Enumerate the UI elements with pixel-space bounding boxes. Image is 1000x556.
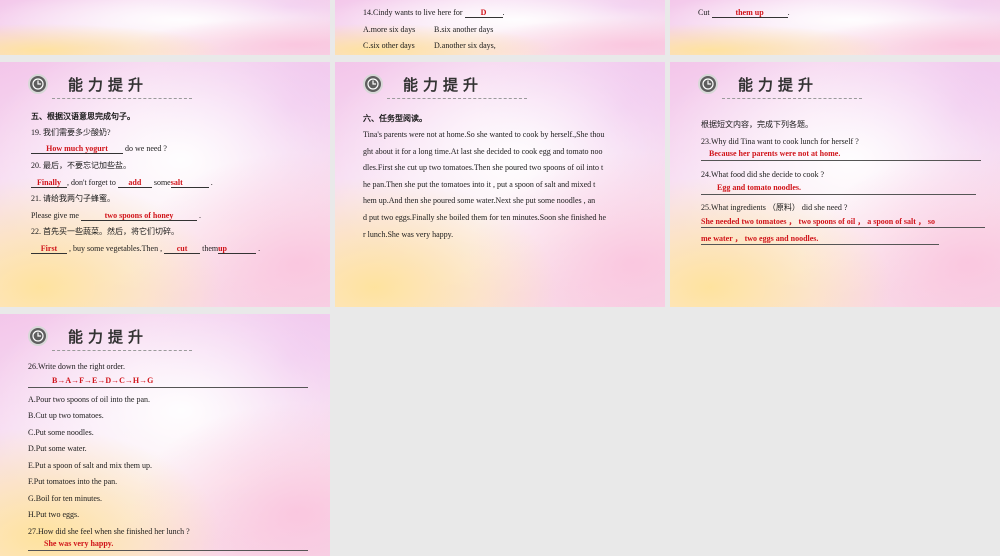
order-item: H.Put two eggs. <box>28 510 80 519</box>
q25-question: 25.What ingredients （原料） did she need ? <box>701 203 848 212</box>
q22-answer-3: up <box>218 244 257 254</box>
q23-underline <box>701 160 981 161</box>
slide-header: 能力提升 <box>698 74 863 100</box>
q21-answer: two spoons of honey <box>80 211 197 221</box>
passage-line: r lunch.She was very happy. <box>363 229 454 239</box>
cut-answer: them up <box>711 8 788 18</box>
order-item: F.Put tomatoes into the pan. <box>28 477 118 486</box>
header-title: 能力提升 <box>68 328 149 346</box>
clock-icon <box>28 74 48 94</box>
q14-option-a: A.more six days <box>363 25 416 34</box>
q25-underline-1 <box>701 227 985 228</box>
slide-top-left[interactable] <box>0 0 330 55</box>
q27-underline <box>28 550 308 551</box>
q24-underline <box>701 194 976 195</box>
q25-answer-line-2: me water ， two eggs and noodles. <box>701 234 819 243</box>
q22-line: First , buy some vegetables.Then , cut t… <box>31 244 260 254</box>
order-item: C.Put some noodles. <box>28 428 94 437</box>
q27-question: 27.How did she feel when she finished he… <box>28 527 190 536</box>
order-item: G.Boil for ten minutes. <box>28 494 102 503</box>
passage-line: hem up.And then she poured some water.Ne… <box>363 196 596 206</box>
q25-answer-line-1: She needed two tomatoes ， two spoons of … <box>701 217 936 226</box>
order-item: D.Put some water. <box>28 444 87 453</box>
q20-line: Finally, don't forget to add somesalt . <box>31 178 213 188</box>
q26-question: 26.Write down the right order. <box>28 362 125 371</box>
q27-answer: She was very happy. <box>44 539 114 548</box>
passage-line: he pan.Then she put the tomatoes into it… <box>363 179 596 189</box>
q26-underline <box>28 387 308 388</box>
passage-line: Tina's parents were not at home.So she w… <box>363 130 605 139</box>
q24-question: 24.What food did she decide to cook ? <box>701 170 825 179</box>
slide-header: 能力提升 <box>28 326 193 352</box>
q24-answer: Egg and tomato noodles. <box>717 183 802 192</box>
intro-text: 根据短文内容，完成下列各题。 <box>701 120 813 129</box>
reading-passage: Tina's parents were not at home.So she w… <box>363 127 606 243</box>
slide-header: 能力提升 <box>363 74 528 100</box>
order-item: A.Pour two spoons of oil into the pan. <box>28 395 150 404</box>
passage-line: dles.First she cut up two tomatoes.Then … <box>363 163 604 173</box>
header-divider <box>52 98 192 99</box>
q22-answer-1: First <box>31 244 67 254</box>
clock-icon <box>28 326 48 346</box>
q22-answer-2: cut <box>164 244 201 254</box>
slide-header: 能力提升 <box>28 74 193 100</box>
header-divider <box>387 98 527 99</box>
clock-icon <box>698 74 718 94</box>
section-heading: 五、根据汉语意思完成句子。 <box>31 112 135 121</box>
q22-prompt: 22. 首先买一些蔬菜。然后，将它们切碎。 <box>31 227 179 236</box>
header-divider <box>722 98 862 99</box>
order-item: B.Cut up two tomatoes. <box>28 411 104 420</box>
slide-questions-23-25[interactable]: 能力提升 根据短文内容，完成下列各题。 23.Why did Tina want… <box>670 62 1000 307</box>
q20-answer-1: Finally <box>31 178 67 188</box>
q19-prompt: 19. 我们需要多少酸奶? <box>31 128 111 137</box>
q20-prompt: 20. 最后，不要忘记加些盐。 <box>31 161 131 170</box>
header-divider <box>52 350 192 351</box>
q19-line: How much yogurt do we need ? <box>31 144 167 154</box>
q21-prompt: 21. 请给我两勺子蜂蜜。 <box>31 194 115 203</box>
q20-answer-2: add <box>117 178 152 188</box>
q19-answer: How much yogurt <box>31 144 123 154</box>
q25-underline-2 <box>701 244 939 245</box>
q21-line: Please give me two spoons of honey . <box>31 211 201 221</box>
passage-line: ght about it for a long time.At last she… <box>363 146 603 156</box>
cut-sentence: Cut them up. <box>698 8 790 18</box>
q14-question: 14.Cindy wants to live here for D. <box>363 8 505 18</box>
order-item: E.Put a spoon of salt and mix them up. <box>28 461 152 470</box>
q14-option-d: D.another six days, <box>434 41 496 50</box>
slide-q14[interactable]: 14.Cindy wants to live here for D. A.mor… <box>335 0 665 55</box>
clock-icon <box>363 74 383 94</box>
q23-question: 23.Why did Tina want to cook lunch for h… <box>701 137 859 146</box>
slide-cut-them-up[interactable]: Cut them up. <box>670 0 1000 55</box>
header-title: 能力提升 <box>68 76 149 94</box>
header-title: 能力提升 <box>403 76 484 94</box>
q14-option-b: B.six another days <box>434 25 494 34</box>
q20-answer-3: salt <box>170 178 209 188</box>
slide-section-6[interactable]: 能力提升 六、任务型阅读。 Tina's parents were not at… <box>335 62 665 307</box>
section-heading: 六、任务型阅读。 <box>363 114 427 123</box>
q23-answer: Because her parents were not at home. <box>709 149 841 158</box>
q14-option-c: C.six other days <box>363 41 415 50</box>
q14-answer: D <box>464 8 503 18</box>
q26-answer: B→A→F→E→D→C→H→G <box>52 376 154 385</box>
slide-section-5[interactable]: 能力提升 五、根据汉语意思完成句子。 19. 我们需要多少酸奶? How muc… <box>0 62 330 307</box>
slide-questions-26-27[interactable]: 能力提升 26.Write down the right order. B→A→… <box>0 314 330 556</box>
passage-line: d put two eggs.Finally she boiled them f… <box>363 212 607 222</box>
header-title: 能力提升 <box>738 76 819 94</box>
